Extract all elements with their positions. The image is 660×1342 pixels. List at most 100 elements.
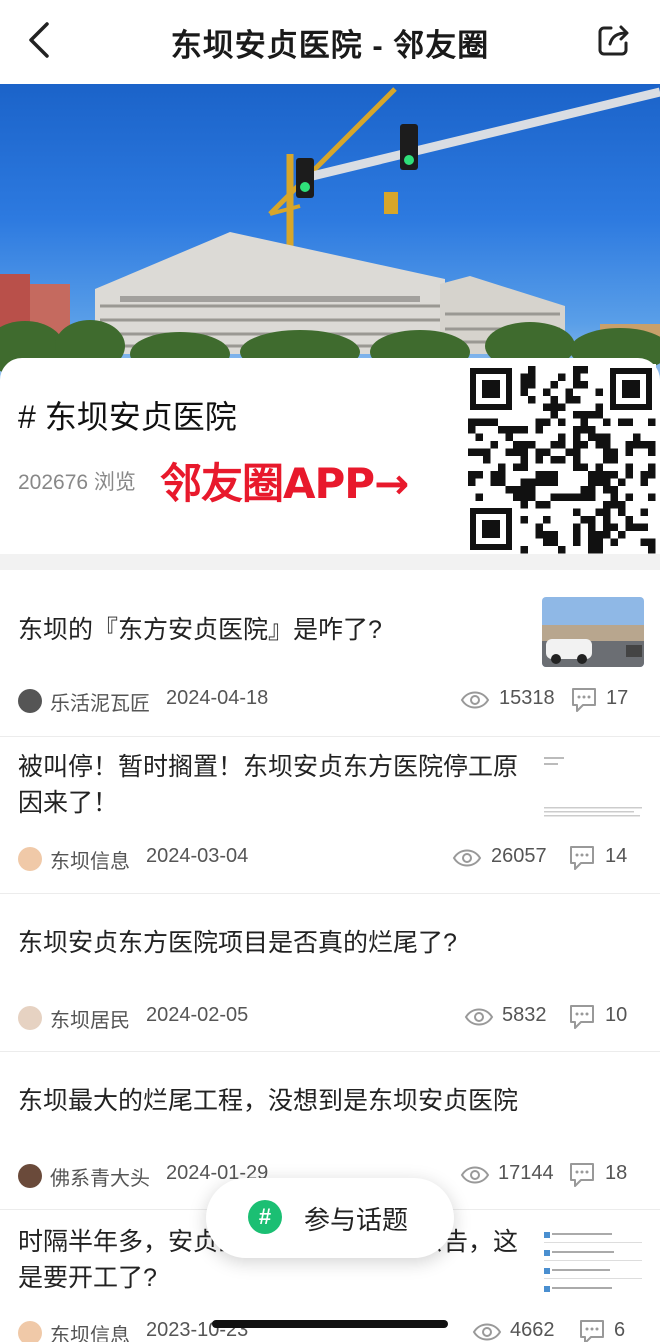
post-comment-count: 6 [614,1319,626,1341]
qr-module [625,418,633,426]
post-comment-count: 18 [605,1162,628,1184]
qr-module [550,531,558,539]
join-topic-button[interactable]: # 参与话题 [206,1178,454,1258]
qr-module [588,546,596,554]
qr-module [580,411,588,419]
share-icon [598,25,629,56]
qr-module [475,493,483,501]
post-author[interactable]: 东坝居民 [50,1004,130,1033]
qr-module [603,433,611,441]
page-title: 东坝安贞医院 - 邻友圈 [170,27,490,63]
post-date: 2024-02-05 [146,1004,249,1026]
chevron-left-icon [29,22,49,58]
post-item[interactable]: 东坝安贞东方医院项目是否真的烂尾了? 东坝居民 2024-02-05 5832 … [0,894,660,1052]
qr-module [520,448,528,456]
qr-module [505,433,513,441]
qr-module [528,441,536,449]
qr-module [610,493,618,501]
qr-module [610,538,618,546]
post-item[interactable]: 东坝的『东方安贞医院』是咋了? 乐活泥瓦匠 2024-04-18 15318 1… [0,570,660,737]
qr-module [595,388,603,396]
qr-module [633,523,641,531]
qr-module [535,456,543,464]
qr-module [618,508,626,516]
qr-module [550,456,558,464]
qr-module [573,538,581,546]
post-views: 17144 [498,1162,554,1184]
qr-module [520,388,528,396]
qr-module [558,373,566,381]
qr-module [603,516,611,524]
eye-icon [452,849,482,867]
comment-icon[interactable] [568,1003,596,1031]
qr-module [595,478,603,486]
qr-module [520,546,528,554]
qr-module [573,381,581,389]
qr-module [483,418,491,426]
qr-module [535,531,543,539]
qr-module [588,478,596,486]
qr-module [610,448,618,456]
qr-module [513,426,521,434]
qr-module [550,396,558,404]
qr-module [625,441,633,449]
qr-module [565,493,573,501]
qr-module [475,471,483,479]
qr-module [640,538,648,546]
qr-module [520,478,528,486]
qr-module [520,456,528,464]
qr-module [588,538,596,546]
qr-module [610,501,618,509]
qr-module [528,373,536,381]
qr-module [558,418,566,426]
qr-module [648,448,656,456]
qr-module [528,486,536,494]
qr-module [535,478,543,486]
qr-module [588,493,596,501]
join-topic-label: 参与话题 [304,1205,409,1235]
qr-module [580,493,588,501]
post-views: 26057 [491,845,547,867]
qr-module [520,373,528,381]
qr-module [520,381,528,389]
back-button[interactable] [22,20,56,60]
post-author[interactable]: 佛系青大头 [50,1162,150,1191]
qr-module [550,403,558,411]
qr-module [588,411,596,419]
qr-module [625,471,633,479]
eye-icon [464,1008,494,1026]
post-author[interactable]: 东坝信息 [50,1319,130,1342]
post-comment-count: 10 [605,1004,628,1026]
qr-module [543,478,551,486]
qr-module [603,508,611,516]
comment-icon[interactable] [578,1318,606,1342]
qr-module [573,463,581,471]
comment-icon[interactable] [570,686,598,714]
qr-module [550,538,558,546]
post-author[interactable]: 东坝信息 [50,845,130,874]
qr-module [498,478,506,486]
qr-module [595,471,603,479]
qr-module [603,478,611,486]
qr-module [625,448,633,456]
qr-module [468,471,476,479]
comment-icon[interactable] [568,1161,596,1189]
qr-module [648,493,656,501]
qr-module [528,381,536,389]
qr-module [550,493,558,501]
post-thumbnail [542,1228,644,1298]
qr-module [648,463,656,471]
qr-module [595,411,603,419]
share-button[interactable] [594,20,634,60]
post-title: 东坝的『东方安贞医院』是咋了? [18,616,382,644]
post-author[interactable]: 乐活泥瓦匠 [50,687,150,716]
comment-icon[interactable] [568,844,596,872]
qr-module [603,456,611,464]
post-item[interactable]: 被叫停！暂时搁置！东坝安贞东方医院停工原因来了！ 东坝信息 2024-03-04… [0,737,660,894]
qr-module [595,508,603,516]
qr-module [558,433,566,441]
avatar [18,1006,42,1030]
home-indicator[interactable] [212,1320,448,1328]
avatar [18,1164,42,1188]
qr-module [558,456,566,464]
